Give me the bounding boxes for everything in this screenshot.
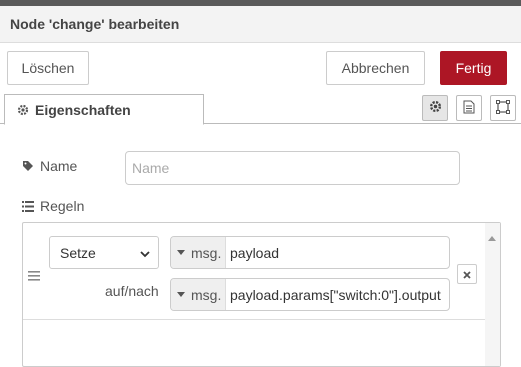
remove-rule-button[interactable]	[457, 264, 477, 284]
tab-properties[interactable]: Eigenschaften	[4, 94, 204, 125]
scrollbar[interactable]	[485, 223, 500, 366]
rule-row: Setze msg. payload auf/nach msg. payload…	[23, 223, 485, 320]
delete-button[interactable]: Löschen	[7, 51, 89, 85]
property-type-button[interactable]: msg.	[171, 237, 226, 268]
rules-list: Setze msg. payload auf/nach msg. payload…	[22, 222, 501, 367]
tab-bar: Eigenschaften	[0, 92, 521, 125]
rule-action-value: Setze	[60, 244, 96, 261]
appearance-tab-button[interactable]	[490, 95, 516, 121]
value-type-button[interactable]: msg.	[171, 279, 226, 310]
rule-value-input[interactable]: msg. payload.params["switch:0"].output	[170, 278, 450, 311]
tab-properties-label: Eigenschaften	[35, 101, 131, 118]
tag-icon	[22, 160, 34, 172]
value-text[interactable]: payload.params["switch:0"].output	[226, 279, 449, 310]
close-icon	[463, 266, 471, 282]
rules-label: Regeln	[40, 198, 85, 214]
gear-icon	[429, 100, 442, 116]
properties-tab-button[interactable]	[422, 95, 448, 121]
description-tab-button[interactable]	[456, 95, 482, 121]
caret-down-icon	[177, 292, 185, 297]
scroll-up-arrow-icon[interactable]	[488, 228, 496, 244]
rule-action-select[interactable]: Setze	[49, 236, 159, 269]
rules-label-row: Regeln	[22, 198, 84, 214]
gear-icon	[17, 104, 29, 116]
list-icon	[22, 200, 34, 212]
dialog-title: Node 'change' bearbeiten	[0, 6, 521, 43]
rule-property-input[interactable]: msg. payload	[170, 236, 450, 269]
value-type-label: msg.	[191, 286, 222, 303]
property-type-label: msg.	[191, 244, 222, 261]
drag-handle-icon[interactable]	[28, 268, 40, 284]
frame-icon	[496, 99, 510, 117]
name-label-row: Name	[22, 158, 77, 174]
cancel-button[interactable]: Abbrechen	[326, 51, 425, 85]
chevron-down-icon	[140, 245, 150, 261]
done-button[interactable]: Fertig	[440, 51, 507, 85]
to-label: auf/nach	[105, 283, 159, 299]
document-icon	[463, 100, 475, 117]
property-value[interactable]: payload	[226, 237, 449, 268]
caret-down-icon	[177, 250, 185, 255]
name-label: Name	[40, 158, 78, 174]
name-input[interactable]	[125, 151, 460, 185]
